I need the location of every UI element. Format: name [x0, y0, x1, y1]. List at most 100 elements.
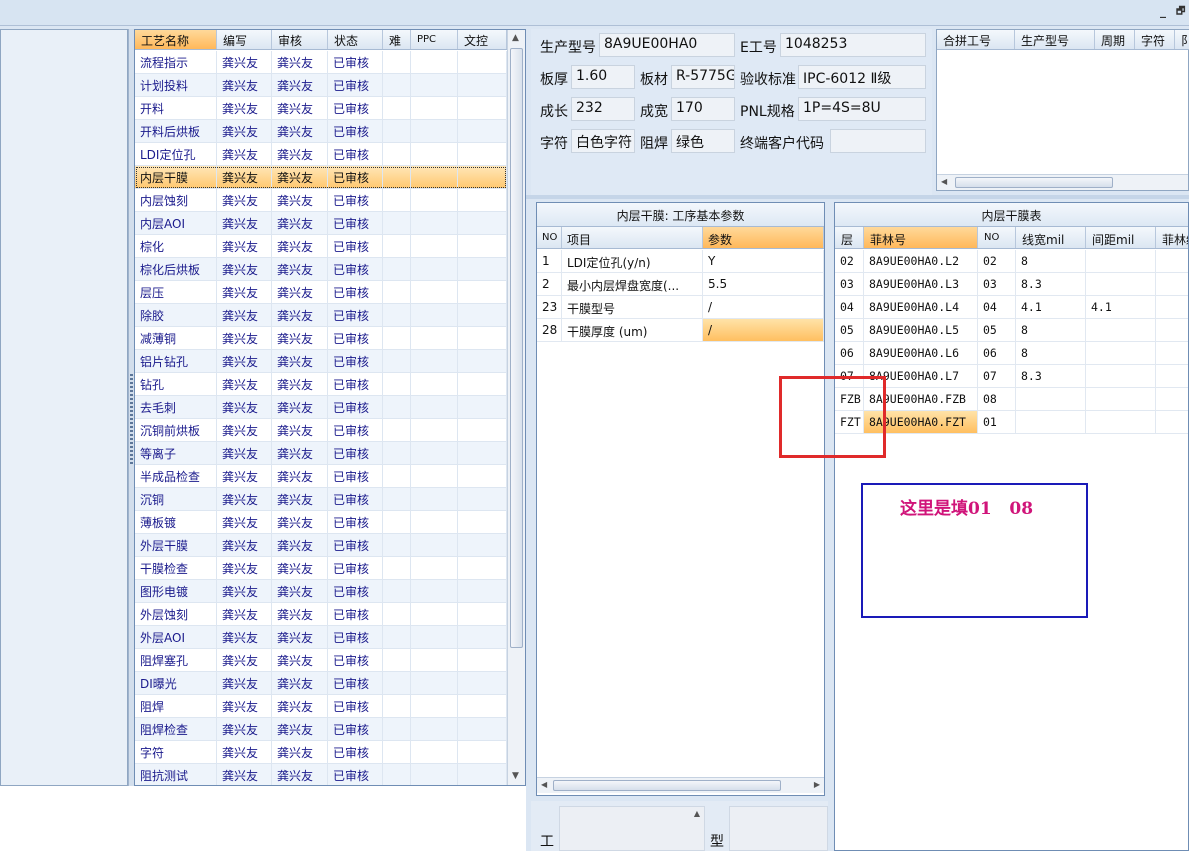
table-row[interactable]: 铝片钻孔 龚兴友 龚兴友 已审核: [135, 350, 507, 373]
table-cell[interactable]: 05: [978, 319, 1016, 341]
table-cell[interactable]: 8A9UE00HA0.L5: [864, 319, 978, 341]
table-cell[interactable]: 04: [835, 296, 864, 318]
table-row[interactable]: 薄板镀 龚兴友 龚兴友 已审核: [135, 511, 507, 534]
table-row[interactable]: 阻焊检查 龚兴友 龚兴友 已审核: [135, 718, 507, 741]
table-row[interactable]: 内层蚀刻 龚兴友 龚兴友 已审核: [135, 189, 507, 212]
process-params-panel[interactable]: 内层干膜: 工序基本参数 NO 项目 参数 1 LDI定位孔(y/n) Y 2 最小内层…: [536, 202, 825, 796]
col-film-line-width[interactable]: 线宽mil: [1016, 227, 1086, 248]
scroll-thumb[interactable]: [510, 48, 523, 648]
col-merge-cycle[interactable]: 周期: [1095, 30, 1135, 49]
table-row[interactable]: LDI定位孔 龚兴友 龚兴友 已审核: [135, 143, 507, 166]
table-row[interactable]: 流程指示 龚兴友 龚兴友 已审核: [135, 51, 507, 74]
scroll-left-icon[interactable]: ◀: [541, 780, 547, 789]
bottom-field-a[interactable]: ▲: [559, 806, 705, 851]
standard-field[interactable]: IPC-6012 Ⅱ级: [798, 65, 926, 89]
customer-field[interactable]: [830, 129, 926, 153]
table-row[interactable]: 去毛刺 龚兴友 龚兴友 已审核: [135, 396, 507, 419]
table-row[interactable]: 03 8A9UE00HA0.L3 03 8.3: [835, 273, 1188, 296]
table-row[interactable]: 开料 龚兴友 龚兴友 已审核: [135, 97, 507, 120]
table-row[interactable]: 04 8A9UE00HA0.L4 04 4.1 4.1: [835, 296, 1188, 319]
table-row[interactable]: 07 8A9UE00HA0.L7 07 8.3: [835, 365, 1188, 388]
process-grid[interactable]: 工艺名称 编写 审核 状态 难 PPC 文控 流程指示 龚兴友 龚兴友 已审核 计划投料…: [134, 29, 526, 786]
table-cell[interactable]: [1086, 319, 1156, 341]
col-film-spacing[interactable]: 间距mil: [1086, 227, 1156, 248]
table-cell[interactable]: [1086, 365, 1156, 387]
table-cell[interactable]: 8A9UE00HA0.L2: [864, 250, 978, 272]
table-cell[interactable]: 5.5: [703, 273, 824, 295]
table-cell[interactable]: [1156, 365, 1188, 387]
table-cell[interactable]: 4.1: [1016, 296, 1086, 318]
table-cell[interactable]: 06: [978, 342, 1016, 364]
scroll-thumb[interactable]: [955, 177, 1113, 188]
col-doc-control[interactable]: 文控: [458, 30, 507, 49]
table-cell[interactable]: 02: [835, 250, 864, 272]
table-row[interactable]: 等离子 龚兴友 龚兴友 已审核: [135, 442, 507, 465]
table-row[interactable]: 2 最小内层焊盘宽度(... 5.5: [537, 273, 824, 296]
table-row[interactable]: 外层AOI 龚兴友 龚兴友 已审核: [135, 626, 507, 649]
table-cell[interactable]: [1016, 388, 1086, 410]
scroll-thumb[interactable]: [553, 780, 781, 791]
table-row[interactable]: 除胶 龚兴友 龚兴友 已审核: [135, 304, 507, 327]
pnl-field[interactable]: 1P=4S=8U: [798, 97, 926, 121]
table-cell[interactable]: [1086, 273, 1156, 295]
scroll-down-icon[interactable]: ▼: [512, 771, 519, 781]
col-film-code[interactable]: 菲林编: [1156, 227, 1188, 248]
table-cell[interactable]: 08: [978, 388, 1016, 410]
horizontal-divider[interactable]: [526, 195, 1189, 199]
col-process-name[interactable]: 工艺名称: [135, 30, 217, 49]
table-row[interactable]: 开料后烘板 龚兴友 龚兴友 已审核: [135, 120, 507, 143]
table-row[interactable]: 图形电镀 龚兴友 龚兴友 已审核: [135, 580, 507, 603]
scroll-up-icon[interactable]: ▲: [512, 33, 519, 43]
table-cell[interactable]: 03: [978, 273, 1016, 295]
scroll-right-icon[interactable]: ▶: [814, 780, 820, 789]
col-params-value[interactable]: 参数: [703, 227, 824, 248]
table-cell[interactable]: 8.3: [1016, 365, 1086, 387]
col-difficulty[interactable]: 难: [383, 30, 411, 49]
table-cell[interactable]: [1156, 250, 1188, 272]
table-row[interactable]: 半成品检查 龚兴友 龚兴友 已审核: [135, 465, 507, 488]
width-field[interactable]: 170: [671, 97, 735, 121]
table-cell[interactable]: [1156, 319, 1188, 341]
model-field[interactable]: 8A9UE00HA0: [599, 33, 735, 57]
col-film-no[interactable]: NO: [978, 227, 1016, 248]
table-row[interactable]: 减薄铜 龚兴友 龚兴友 已审核: [135, 327, 507, 350]
table-cell[interactable]: 03: [835, 273, 864, 295]
table-cell[interactable]: /: [703, 319, 824, 341]
table-cell[interactable]: 8: [1016, 319, 1086, 341]
table-cell[interactable]: [1086, 250, 1156, 272]
char-field[interactable]: 白色字符: [571, 129, 635, 153]
table-cell[interactable]: 8: [1016, 342, 1086, 364]
table-row[interactable]: 阻抗测试 龚兴友 龚兴友 已审核: [135, 764, 507, 785]
table-cell[interactable]: [1156, 388, 1188, 410]
thickness-field[interactable]: 1.60: [571, 65, 635, 89]
table-row[interactable]: 钻孔 龚兴友 龚兴友 已审核: [135, 373, 507, 396]
table-cell[interactable]: [1156, 273, 1188, 295]
table-row[interactable]: 06 8A9UE00HA0.L6 06 8: [835, 342, 1188, 365]
table-row[interactable]: 28 干膜厚度 (um) /: [537, 319, 824, 342]
table-cell[interactable]: 05: [835, 319, 864, 341]
table-row[interactable]: 外层干膜 龚兴友 龚兴友 已审核: [135, 534, 507, 557]
col-ppc[interactable]: PPC: [411, 30, 458, 49]
table-cell[interactable]: 8A9UE00HA0.L6: [864, 342, 978, 364]
table-row[interactable]: 23 干膜型号 /: [537, 296, 824, 319]
splitter-grip-icon[interactable]: [130, 374, 133, 464]
eno-field[interactable]: 1048253: [780, 33, 926, 57]
table-cell[interactable]: [1156, 411, 1188, 433]
table-row[interactable]: 02 8A9UE00HA0.L2 02 8: [835, 250, 1188, 273]
table-row[interactable]: 阻焊 龚兴友 龚兴友 已审核: [135, 695, 507, 718]
col-params-item[interactable]: 项目: [562, 227, 703, 248]
scroll-up-icon[interactable]: ▲: [694, 809, 700, 818]
table-row[interactable]: 外层蚀刻 龚兴友 龚兴友 已审核: [135, 603, 507, 626]
col-params-no[interactable]: NO: [537, 227, 562, 248]
scroll-left-icon[interactable]: ◀: [941, 177, 947, 186]
table-row[interactable]: 沉铜前烘板 龚兴友 龚兴友 已审核: [135, 419, 507, 442]
table-cell[interactable]: 04: [978, 296, 1016, 318]
col-film-number[interactable]: 菲林号: [864, 227, 978, 248]
table-row[interactable]: 棕化 龚兴友 龚兴友 已审核: [135, 235, 507, 258]
col-film-layer[interactable]: 层: [835, 227, 864, 248]
table-cell[interactable]: 8: [1016, 250, 1086, 272]
col-merge-more[interactable]: 阝: [1175, 30, 1189, 49]
col-reviewer[interactable]: 审核: [272, 30, 328, 49]
bottom-field-b[interactable]: [729, 806, 828, 851]
table-row[interactable]: 内层AOI 龚兴友 龚兴友 已审核: [135, 212, 507, 235]
